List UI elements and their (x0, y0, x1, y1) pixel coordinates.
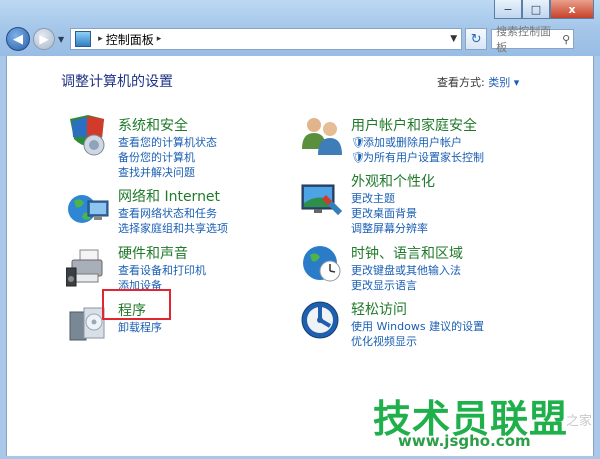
control-panel-icon (75, 31, 92, 47)
watermark-url: www.jsgho.com (398, 432, 531, 450)
link-keyboard-input[interactable]: 更改键盘或其他输入法 (351, 263, 463, 278)
control-panel-window: − □ x ◀ ▶ ▼ ▸ 控制面板 ▸ ▼ ↻ 搜索控制面板 ⚲ 调整计算机的… (0, 0, 600, 459)
category-heading[interactable]: 网络和 Internet (118, 186, 228, 206)
shield-icon: 🛡 (351, 136, 365, 149)
link-optimize-video[interactable]: 优化视频显示 (351, 334, 484, 349)
link-add-remove-users[interactable]: 🛡添加或删除用户帐户 (351, 135, 484, 150)
page-title: 调整计算机的设置 (61, 74, 173, 90)
hardware-sound-icon[interactable] (66, 246, 110, 290)
category-system-security: 系统和安全 查看您的计算机状态 备份您的计算机 查找并解决问题 (118, 115, 217, 180)
category-network: 网络和 Internet 查看网络状态和任务 选择家庭组和共享选项 (118, 186, 228, 236)
search-icon[interactable]: ⚲ (562, 33, 570, 46)
view-by: 查看方式: 类别 ▾ (437, 74, 519, 90)
back-button[interactable]: ◀ (6, 27, 30, 51)
link-backup-computer[interactable]: 备份您的计算机 (118, 150, 217, 165)
window-controls: − □ x (494, 0, 594, 19)
user-accounts-icon[interactable] (300, 113, 344, 157)
category-appearance: 外观和个性化 更改主题 更改桌面背景 调整屏幕分辨率 (351, 171, 435, 236)
category-heading[interactable]: 轻松访问 (351, 299, 484, 319)
view-by-dropdown[interactable]: 类别 ▾ (488, 76, 519, 89)
breadcrumb-control-panel[interactable]: 控制面板 (106, 31, 154, 48)
refresh-button[interactable]: ↻ (465, 28, 488, 50)
navigation-bar: ◀ ▶ ▼ ▸ 控制面板 ▸ ▼ ↻ 搜索控制面板 ⚲ (6, 25, 594, 54)
history-dropdown-icon[interactable]: ▼ (58, 35, 64, 44)
category-user-accounts: 用户帐户和家庭安全 🛡添加或删除用户帐户 🛡为所有用户设置家长控制 (351, 115, 484, 165)
breadcrumb-chevron-icon[interactable]: ▸ (98, 34, 103, 44)
link-label: 添加或删除用户帐户 (363, 136, 462, 149)
ease-of-access-icon[interactable] (300, 300, 344, 344)
link-network-status[interactable]: 查看网络状态和任务 (118, 206, 228, 221)
forward-arrow-icon: ▶ (39, 32, 49, 46)
category-ease-of-access: 轻松访问 使用 Windows 建议的设置 优化视频显示 (351, 299, 484, 349)
category-heading[interactable]: 系统和安全 (118, 115, 217, 135)
appearance-icon[interactable] (300, 177, 344, 221)
link-uninstall-program[interactable]: 卸载程序 (118, 320, 162, 335)
shield-icon: 🛡 (351, 151, 365, 164)
close-button[interactable]: x (550, 0, 594, 19)
refresh-icon: ↻ (470, 31, 482, 47)
link-screen-resolution[interactable]: 调整屏幕分辨率 (351, 221, 435, 236)
minimize-button[interactable]: − (494, 0, 522, 19)
address-dropdown-icon[interactable]: ▼ (450, 34, 457, 44)
link-recommended-settings[interactable]: 使用 Windows 建议的设置 (351, 319, 484, 334)
system-security-icon[interactable] (66, 113, 110, 157)
link-change-theme[interactable]: 更改主题 (351, 191, 435, 206)
link-change-background[interactable]: 更改桌面背景 (351, 206, 435, 221)
search-placeholder: 搜索控制面板 (496, 25, 552, 54)
search-input[interactable]: 搜索控制面板 ⚲ (491, 25, 575, 54)
category-heading[interactable]: 硬件和声音 (118, 243, 206, 263)
clock-region-icon[interactable] (300, 241, 344, 285)
watermark-side: 之家 (566, 414, 593, 429)
network-icon[interactable] (66, 185, 110, 229)
link-label: 为所有用户设置家长控制 (363, 151, 484, 164)
forward-button[interactable]: ▶ (33, 28, 55, 50)
address-bar[interactable]: ▸ 控制面板 ▸ ▼ (70, 28, 463, 50)
view-by-label: 查看方式: (437, 76, 485, 89)
category-clock-region: 时钟、语言和区域 更改键盘或其他输入法 更改显示语言 (351, 243, 463, 293)
highlight-box (102, 289, 171, 320)
link-devices-printers[interactable]: 查看设备和打印机 (118, 263, 206, 278)
back-arrow-icon: ◀ (13, 31, 23, 47)
link-view-computer-status[interactable]: 查看您的计算机状态 (118, 135, 217, 150)
link-display-language[interactable]: 更改显示语言 (351, 278, 463, 293)
breadcrumb-chevron-icon[interactable]: ▸ (157, 34, 162, 44)
link-homegroup[interactable]: 选择家庭组和共享选项 (118, 221, 228, 236)
link-parental-controls[interactable]: 🛡为所有用户设置家长控制 (351, 150, 484, 165)
category-hardware-sound: 硬件和声音 查看设备和打印机 添加设备 (118, 243, 206, 293)
maximize-button[interactable]: □ (522, 0, 550, 19)
category-heading[interactable]: 时钟、语言和区域 (351, 243, 463, 263)
category-heading[interactable]: 用户帐户和家庭安全 (351, 115, 484, 135)
link-troubleshoot[interactable]: 查找并解决问题 (118, 165, 217, 180)
category-heading[interactable]: 外观和个性化 (351, 171, 435, 191)
